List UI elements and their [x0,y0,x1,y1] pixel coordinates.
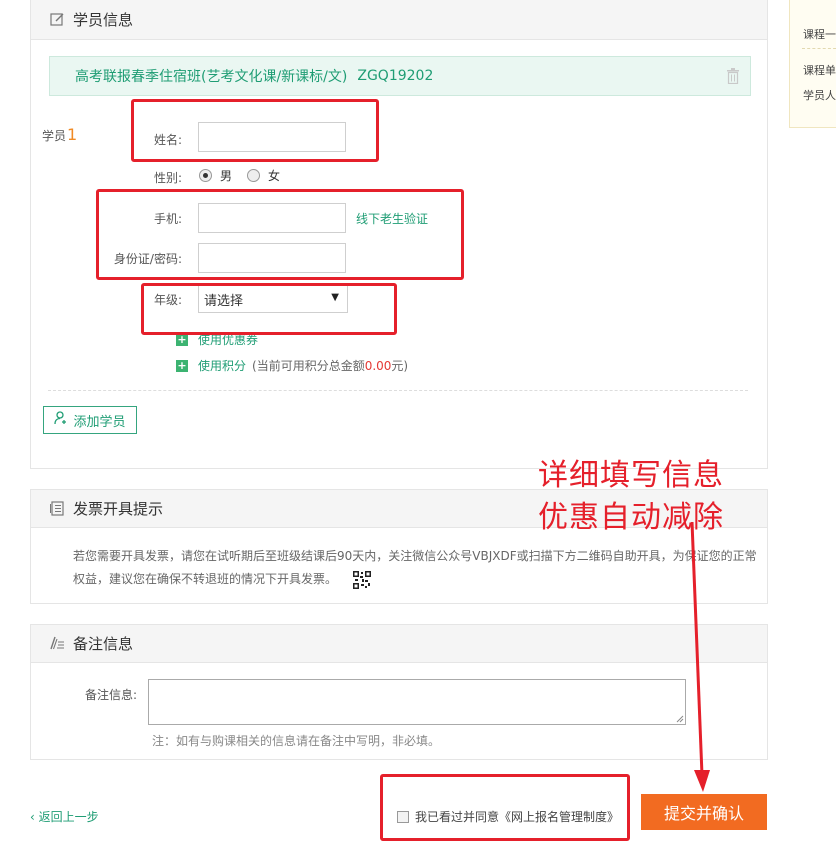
add-student-label: 添加学员 [73,414,126,430]
qr-code-icon[interactable] [352,570,371,589]
divider [48,390,748,391]
add-user-icon [54,411,69,429]
student-number-label: 学员1 [42,125,77,144]
remark-note: 注：如有与购课相关的信息请在备注中写明，非必填。 [152,734,441,748]
chevron-left-icon: ‹ [30,810,39,824]
gender-male-label: 男 [220,169,233,183]
course-name: 高考联报春季住宿班(艺考文化课/新课标/文) [75,69,348,85]
points-note-prefix: (当前可用积分总金额 [252,359,365,373]
remark-label: 备注信息: [85,688,138,702]
side-card-row2: 学员人 [803,89,836,102]
course-bar: 高考联报春季住宿班(艺考文化课/新课标/文) ZGQ19202 [49,56,751,96]
annotation-box-agree [380,774,630,841]
remark-panel: 备注信息 备注信息: 注：如有与购课相关的信息请在备注中写明，非必填。 [30,624,768,760]
course-code: ZGQ19202 [357,68,434,84]
gender-female-radio[interactable]: 女 [247,167,280,184]
remark-textarea[interactable] [148,679,686,725]
gender-female-label: 女 [268,169,281,183]
use-points-label: 使用积分 [198,359,247,373]
side-course-card: 课程一 课程单 学员人 [789,0,836,128]
annotation-box-name [131,99,379,162]
invoice-text-block: 若您需要开具发票，请您在试听期后至班级结课后90天内，关注微信公众号VBJXDF… [73,545,763,591]
student-info-header: 学员信息 [31,0,767,40]
student-info-title: 学员信息 [73,11,134,29]
radio-checked-icon [199,169,212,182]
side-card-divider [802,48,836,49]
annotation-text-line1: 详细填写信息 [538,458,724,493]
annotation-arrow-icon [690,521,710,792]
gender-male-radio[interactable]: 男 [199,167,232,184]
pen-note-icon [49,636,65,652]
points-note-suffix: 元) [391,359,409,373]
points-amount: 0.00 [364,358,392,373]
add-student-button[interactable]: 添加学员 [43,406,137,434]
student-label: 学员 [42,129,67,143]
gender-label: 性别: [153,171,182,185]
use-points-row[interactable]: + 使用积分 (当前可用积分总金额 0.00 元) [176,357,408,374]
remark-header: 备注信息 [31,625,767,663]
edit-icon [49,12,65,28]
remark-title: 备注信息 [73,635,134,653]
side-card-title: 课程一 [803,28,836,41]
back-link-label: 返回上一步 [38,810,99,824]
annotation-box-grade [141,283,397,335]
document-list-icon [49,501,65,517]
plus-icon: + [176,332,188,346]
radio-unchecked-icon [247,169,260,182]
side-card-row1: 课程单 [803,64,836,77]
invoice-text: 若您需要开具发票，请您在试听期后至班级结课后90天内，关注微信公众号VBJXDF… [73,549,757,586]
plus-icon: + [176,358,188,372]
trash-icon[interactable] [726,68,740,88]
back-link[interactable]: ‹ 返回上一步 [30,808,99,825]
invoice-title: 发票开具提示 [73,500,164,518]
annotation-box-phone-id [96,189,464,280]
student-number: 1 [67,125,78,144]
